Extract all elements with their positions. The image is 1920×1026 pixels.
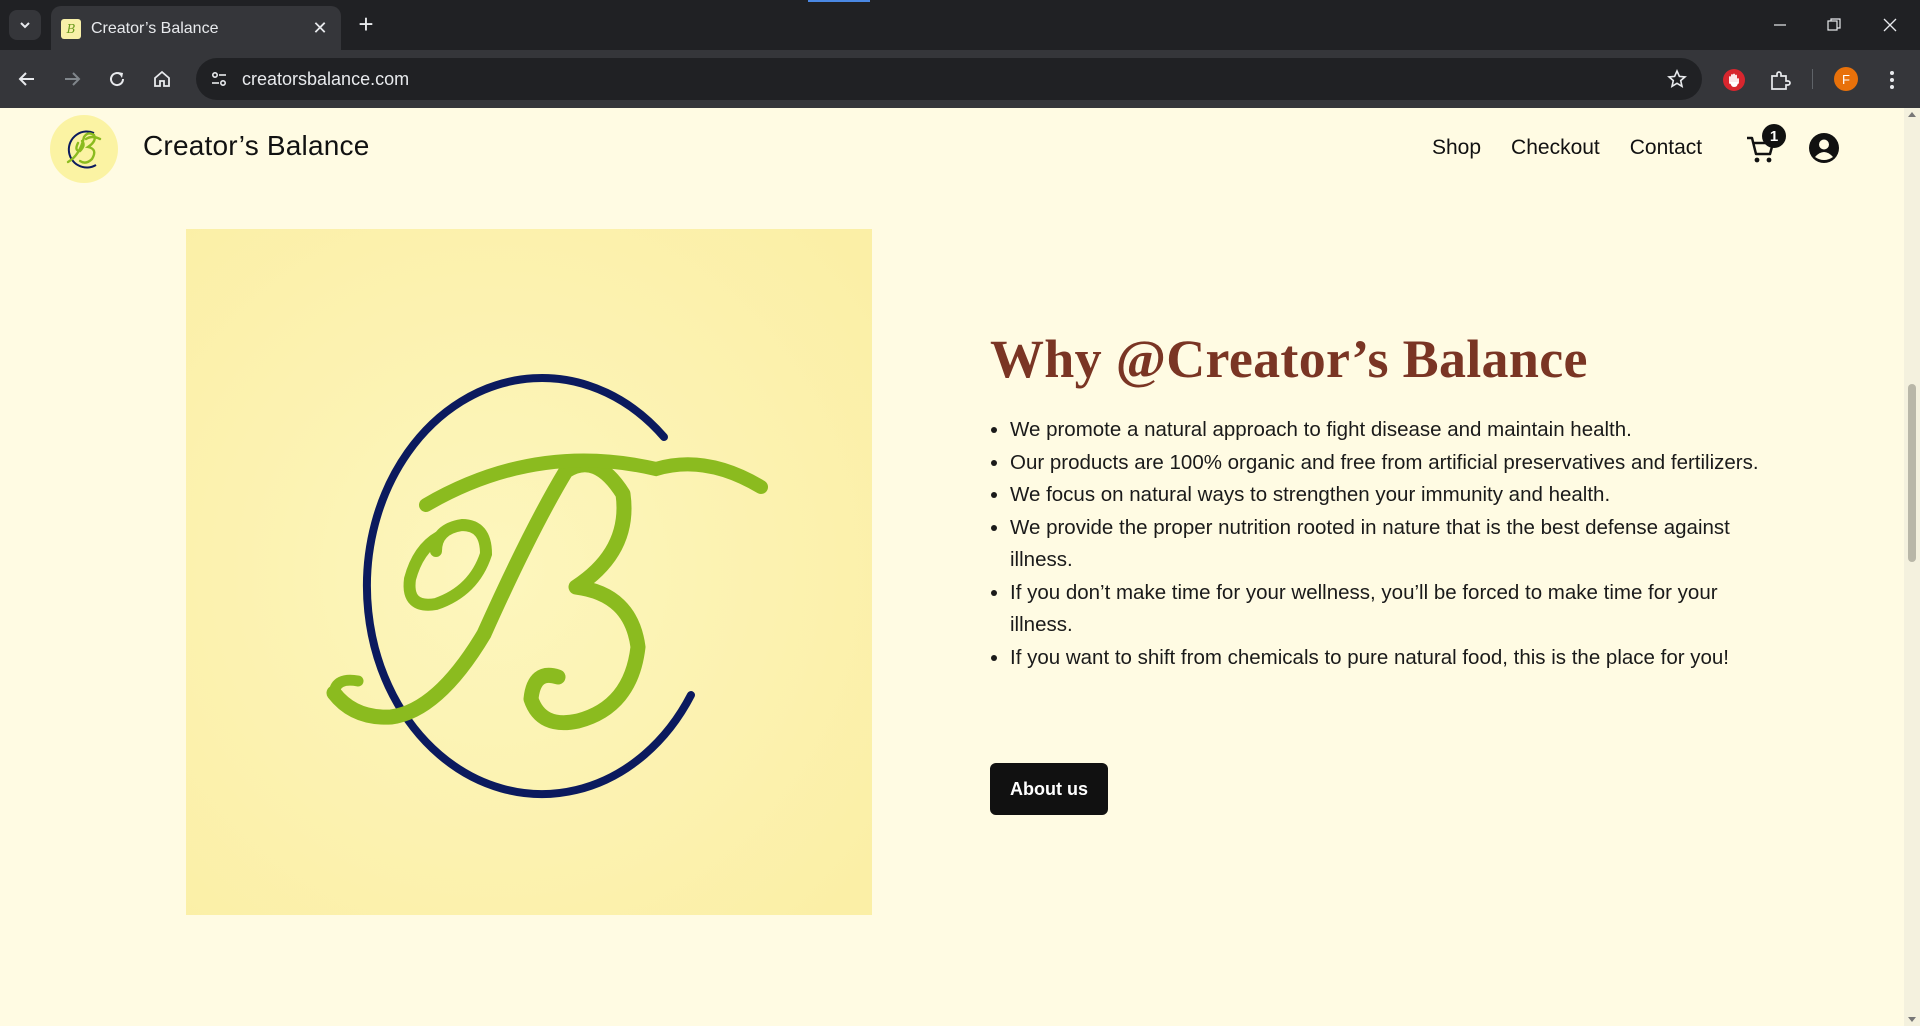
bookmark-star-icon[interactable] [1664, 66, 1690, 92]
close-icon [1883, 18, 1897, 32]
tab-search-button[interactable] [9, 10, 41, 40]
browser-tab[interactable]: B Creator’s Balance ✕ [51, 6, 341, 50]
user-account-icon [1809, 133, 1839, 163]
extensions-puzzle-icon[interactable] [1766, 66, 1794, 94]
site-info-icon[interactable] [204, 64, 234, 94]
features-list: We promote a natural approach to fight d… [990, 414, 1770, 674]
minimize-icon [1774, 24, 1786, 26]
arrow-left-icon [18, 72, 34, 86]
page-scrollbar[interactable] [1904, 108, 1920, 1026]
chevron-down-icon [20, 22, 30, 29]
site-logo[interactable] [50, 115, 118, 183]
profile-avatar[interactable]: F [1834, 67, 1858, 91]
section-heading: Why @Creator’s Balance [990, 329, 1588, 389]
address-bar[interactable]: creatorsbalance.com [196, 58, 1702, 100]
menu-kebab-icon[interactable] [1878, 66, 1906, 94]
home-button[interactable] [145, 62, 179, 96]
restore-button[interactable] [1806, 0, 1862, 50]
about-us-button[interactable]: About us [990, 763, 1108, 815]
scroll-up-icon[interactable] [1908, 112, 1916, 117]
reload-button[interactable] [100, 62, 134, 96]
nav-shop-link[interactable]: Shop [1432, 136, 1481, 160]
nav-contact-link[interactable]: Contact [1630, 136, 1702, 160]
list-item: If you don’t make time for your wellness… [1010, 577, 1770, 642]
cart-count-badge: 1 [1762, 124, 1786, 148]
arrow-right-icon [65, 72, 81, 86]
account-button[interactable] [1808, 132, 1840, 164]
list-item: Our products are 100% organic and free f… [1010, 447, 1770, 480]
site-title[interactable]: Creator’s Balance [143, 130, 369, 162]
reload-icon [110, 72, 125, 87]
list-item: If you want to shift from chemicals to p… [1010, 642, 1770, 675]
list-item: We promote a natural approach to fight d… [1010, 414, 1770, 447]
new-tab-button[interactable]: + [352, 9, 380, 39]
tab-title: Creator’s Balance [91, 20, 219, 37]
back-button[interactable] [10, 62, 44, 96]
list-item: We provide the proper nutrition rooted i… [1010, 512, 1770, 577]
minimize-button[interactable] [1752, 0, 1808, 50]
stop-hand-extension-icon[interactable] [1720, 66, 1748, 94]
list-item: We focus on natural ways to strengthen y… [1010, 479, 1770, 512]
url-text[interactable]: creatorsbalance.com [242, 69, 409, 90]
toolbar-separator [1812, 69, 1813, 89]
scrollbar-thumb[interactable] [1908, 384, 1916, 562]
web-page: Creator’s Balance Shop Checkout Contact … [0, 108, 1904, 1026]
restore-icon [1827, 18, 1841, 31]
main-nav: Shop Checkout Contact [1432, 136, 1702, 160]
brand-logo-image [186, 229, 872, 915]
close-window-button[interactable] [1862, 0, 1918, 50]
close-tab-icon[interactable]: ✕ [309, 17, 331, 39]
nav-checkout-link[interactable]: Checkout [1511, 136, 1600, 160]
browser-tab-bar: B Creator’s Balance ✕ + [0, 0, 1920, 50]
browser-toolbar: creatorsbalance.com [0, 50, 1920, 108]
favicon-icon: B [61, 19, 81, 39]
home-icon [154, 70, 170, 87]
forward-button[interactable] [55, 62, 89, 96]
download-indicator [808, 0, 870, 2]
scroll-down-icon[interactable] [1908, 1017, 1916, 1022]
